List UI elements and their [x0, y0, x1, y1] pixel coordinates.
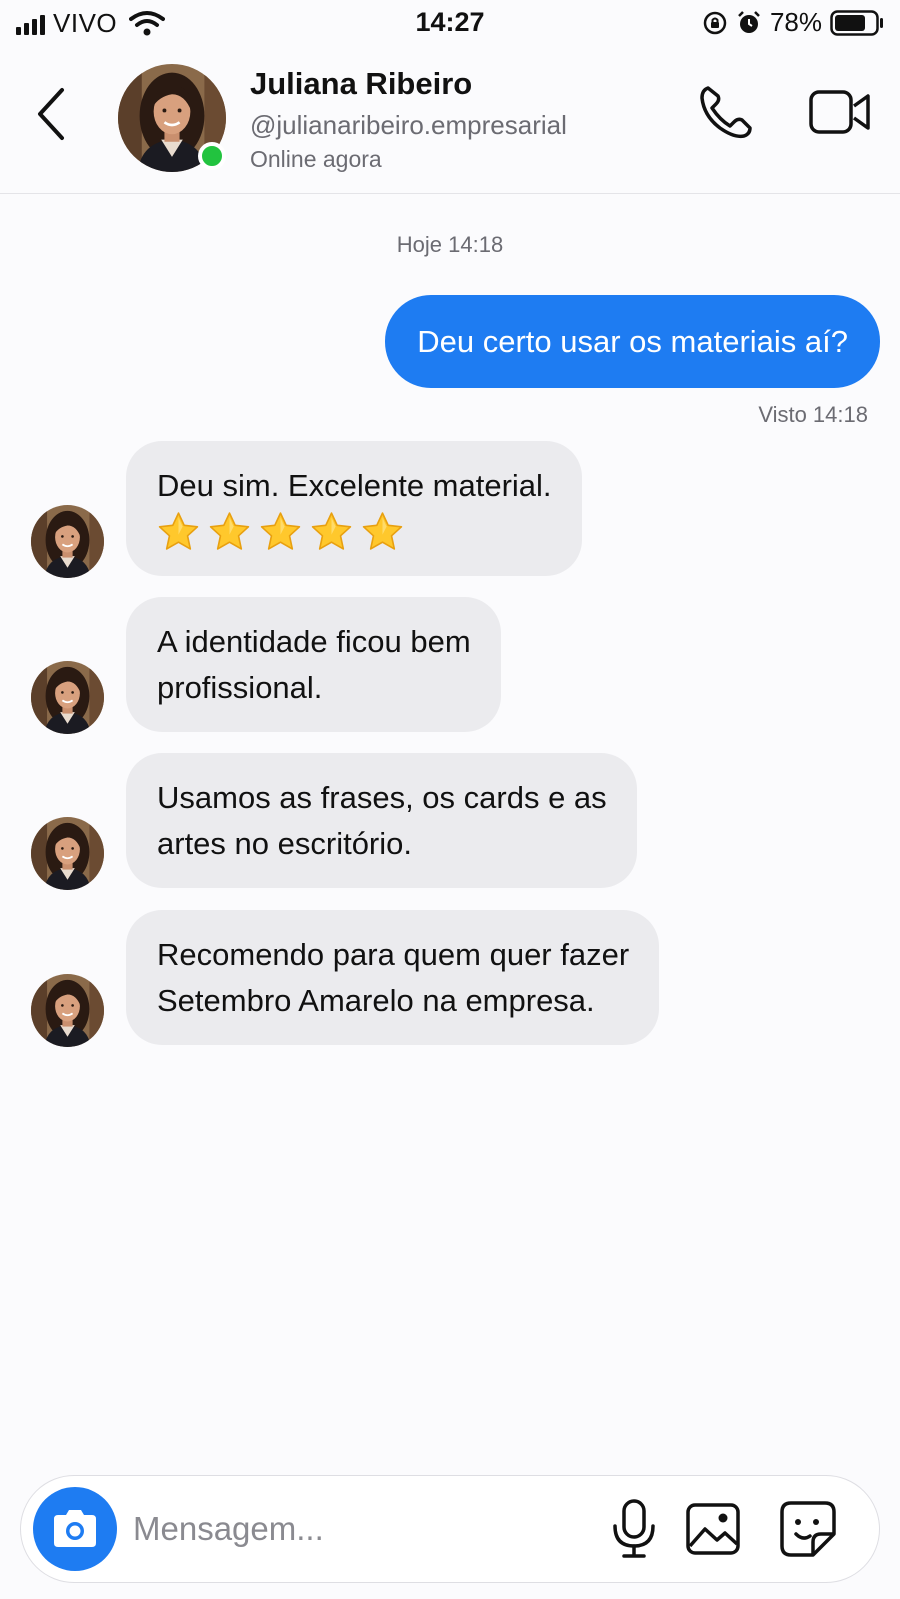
date-separator: Hoje 14:18: [396, 232, 504, 257]
alarm-icon: [738, 10, 760, 33]
message-line: profissional.: [157, 670, 323, 705]
contact-name[interactable]: Juliana Ribeiro: [250, 66, 472, 102]
orientation-lock-icon: [703, 11, 727, 34]
star-icon: [208, 511, 251, 554]
sticker-icon[interactable]: [779, 1500, 837, 1558]
camera-icon: [54, 1510, 96, 1547]
back-chevron-icon[interactable]: [34, 84, 74, 144]
battery-percent: 78%: [769, 7, 822, 37]
status-bar: VIVO 14:27 78%: [0, 0, 900, 46]
sender-avatar[interactable]: [31, 661, 104, 734]
phone-icon[interactable]: [696, 82, 756, 142]
camera-button[interactable]: [33, 1487, 117, 1571]
contact-status: Online agora: [250, 146, 382, 172]
sender-avatar[interactable]: [31, 974, 104, 1047]
message-line: A identidade ficou bem: [157, 624, 471, 659]
star-icon: [361, 511, 404, 554]
incoming-message[interactable]: A identidade ficou bem profissional.: [126, 597, 501, 732]
message-line: Setembro Amarelo na empresa.: [157, 983, 595, 1018]
message-input[interactable]: [133, 1500, 593, 1558]
message-line: artes no escritório.: [157, 826, 412, 861]
message-text: Deu sim. Excelente material.: [157, 468, 552, 503]
battery-icon: [830, 9, 883, 36]
message-composer: [20, 1475, 880, 1583]
incoming-message[interactable]: Recomendo para quem quer fazer Setembro …: [126, 910, 660, 1045]
online-indicator: [198, 142, 226, 170]
star-icon: [157, 511, 200, 554]
sender-avatar[interactable]: [31, 505, 104, 578]
star-icon: [259, 511, 302, 554]
image-icon[interactable]: [685, 1502, 741, 1556]
seen-receipt: Visto 14:18: [758, 402, 868, 427]
incoming-message[interactable]: Deu sim. Excelente material.: [126, 441, 582, 576]
message-line: Usamos as frases, os cards e as: [157, 780, 607, 815]
microphone-icon[interactable]: [609, 1498, 659, 1560]
sender-avatar[interactable]: [31, 817, 104, 890]
message-line: Recomendo para quem quer fazer: [157, 937, 630, 972]
incoming-message[interactable]: Usamos as frases, os cards e as artes no…: [126, 753, 637, 888]
status-right: 78%: [702, 7, 884, 38]
star-rating: [157, 509, 552, 555]
contact-handle: @julianaribeiro.empresarial: [250, 110, 567, 140]
outgoing-message[interactable]: Deu certo usar os materiais aí?: [385, 295, 880, 388]
star-icon: [310, 511, 353, 554]
chat-header: Juliana Ribeiro @julianaribeiro.empresar…: [0, 46, 900, 194]
video-camera-icon[interactable]: [808, 86, 872, 138]
